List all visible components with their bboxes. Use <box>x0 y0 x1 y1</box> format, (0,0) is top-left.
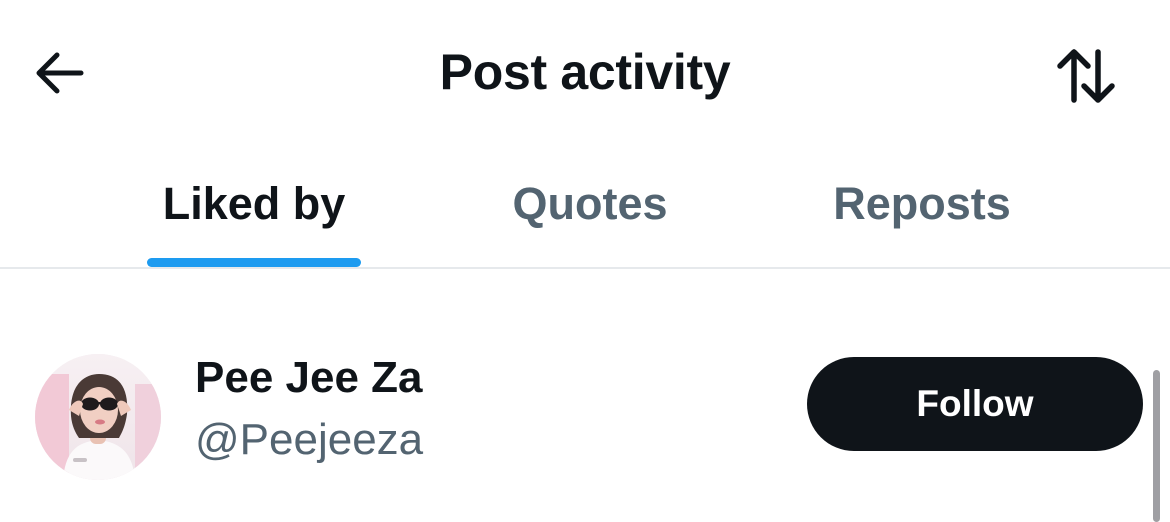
page-title: Post activity <box>439 44 731 100</box>
activity-tabs: Liked by Quotes Reposts <box>0 150 1170 268</box>
sort-button[interactable] <box>1048 38 1124 114</box>
scrollbar[interactable] <box>1153 370 1160 522</box>
tabs-divider <box>0 267 1170 269</box>
avatar[interactable] <box>35 354 161 480</box>
tab-label: Liked by <box>162 178 346 229</box>
tab-liked-by[interactable]: Liked by <box>140 150 368 268</box>
avatar-image <box>35 354 161 480</box>
post-activity-screen: Post activity Liked by Quotes Reposts Pe… <box>0 0 1170 522</box>
tab-label: Reposts <box>833 178 1011 229</box>
list-item[interactable]: Pee Jee Za @Peejeeza Follow <box>0 330 1170 500</box>
user-display-name[interactable]: Pee Jee Za <box>195 352 423 404</box>
sort-arrows-icon <box>1057 49 1115 103</box>
tab-label: Quotes <box>512 178 668 229</box>
follow-button[interactable]: Follow <box>807 357 1143 451</box>
active-tab-indicator <box>147 258 361 267</box>
user-handle: @Peejeeza <box>195 415 424 464</box>
tab-reposts[interactable]: Reposts <box>815 150 1029 268</box>
tab-quotes[interactable]: Quotes <box>480 150 700 268</box>
